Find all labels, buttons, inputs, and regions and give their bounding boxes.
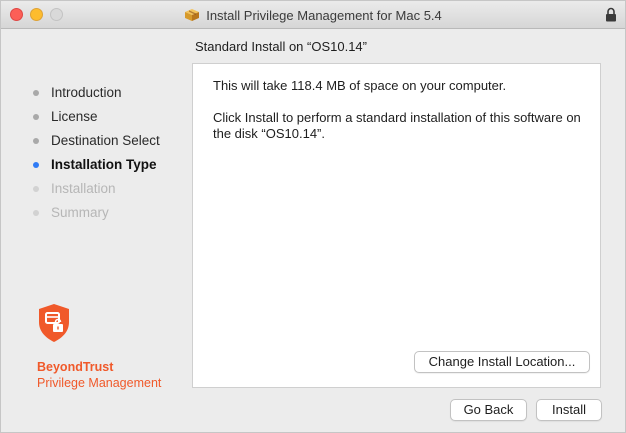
step-label: Summary (51, 205, 109, 220)
step-dot-icon (33, 210, 39, 216)
step-installation-type: Installation Type (31, 153, 160, 177)
step-label: Installation (51, 181, 116, 196)
step-summary: Summary (31, 201, 160, 225)
package-icon (185, 9, 200, 21)
go-back-button[interactable]: Go Back (450, 399, 527, 421)
step-label: Destination Select (51, 133, 160, 148)
step-dot-icon (33, 186, 39, 192)
step-current-dot-icon (33, 162, 39, 168)
change-install-location-button[interactable]: Change Install Location... (414, 351, 590, 373)
installer-window: Install Privilege Management for Mac 5.4… (0, 0, 626, 433)
page-subtitle: Standard Install on “OS10.14” (195, 39, 367, 54)
install-button[interactable]: Install (536, 399, 602, 421)
beyondtrust-shield-icon (39, 304, 69, 342)
brand-name: BeyondTrust (37, 360, 114, 374)
step-dot-icon (33, 114, 39, 120)
content-panel: This will take 118.4 MB of space on your… (192, 63, 601, 388)
installer-steps: Introduction License Destination Select … (31, 81, 160, 225)
step-dot-icon (33, 138, 39, 144)
step-installation: Installation (31, 177, 160, 201)
step-label: License (51, 109, 98, 124)
step-label: Installation Type (51, 157, 157, 172)
lock-icon (606, 7, 616, 22)
step-label: Introduction (51, 85, 122, 100)
step-introduction: Introduction (31, 81, 160, 105)
window-title-area: Install Privilege Management for Mac 5.4 (1, 1, 625, 29)
brand-product: Privilege Management (37, 376, 162, 390)
step-license: License (31, 105, 160, 129)
space-required-text: This will take 118.4 MB of space on your… (213, 78, 507, 93)
title-bar[interactable]: Install Privilege Management for Mac 5.4 (1, 1, 625, 29)
window-title: Install Privilege Management for Mac 5.4 (206, 7, 442, 23)
install-instructions-text: Click Install to perform a standard inst… (213, 110, 581, 141)
step-destination-select: Destination Select (31, 129, 160, 153)
step-dot-icon (33, 90, 39, 96)
